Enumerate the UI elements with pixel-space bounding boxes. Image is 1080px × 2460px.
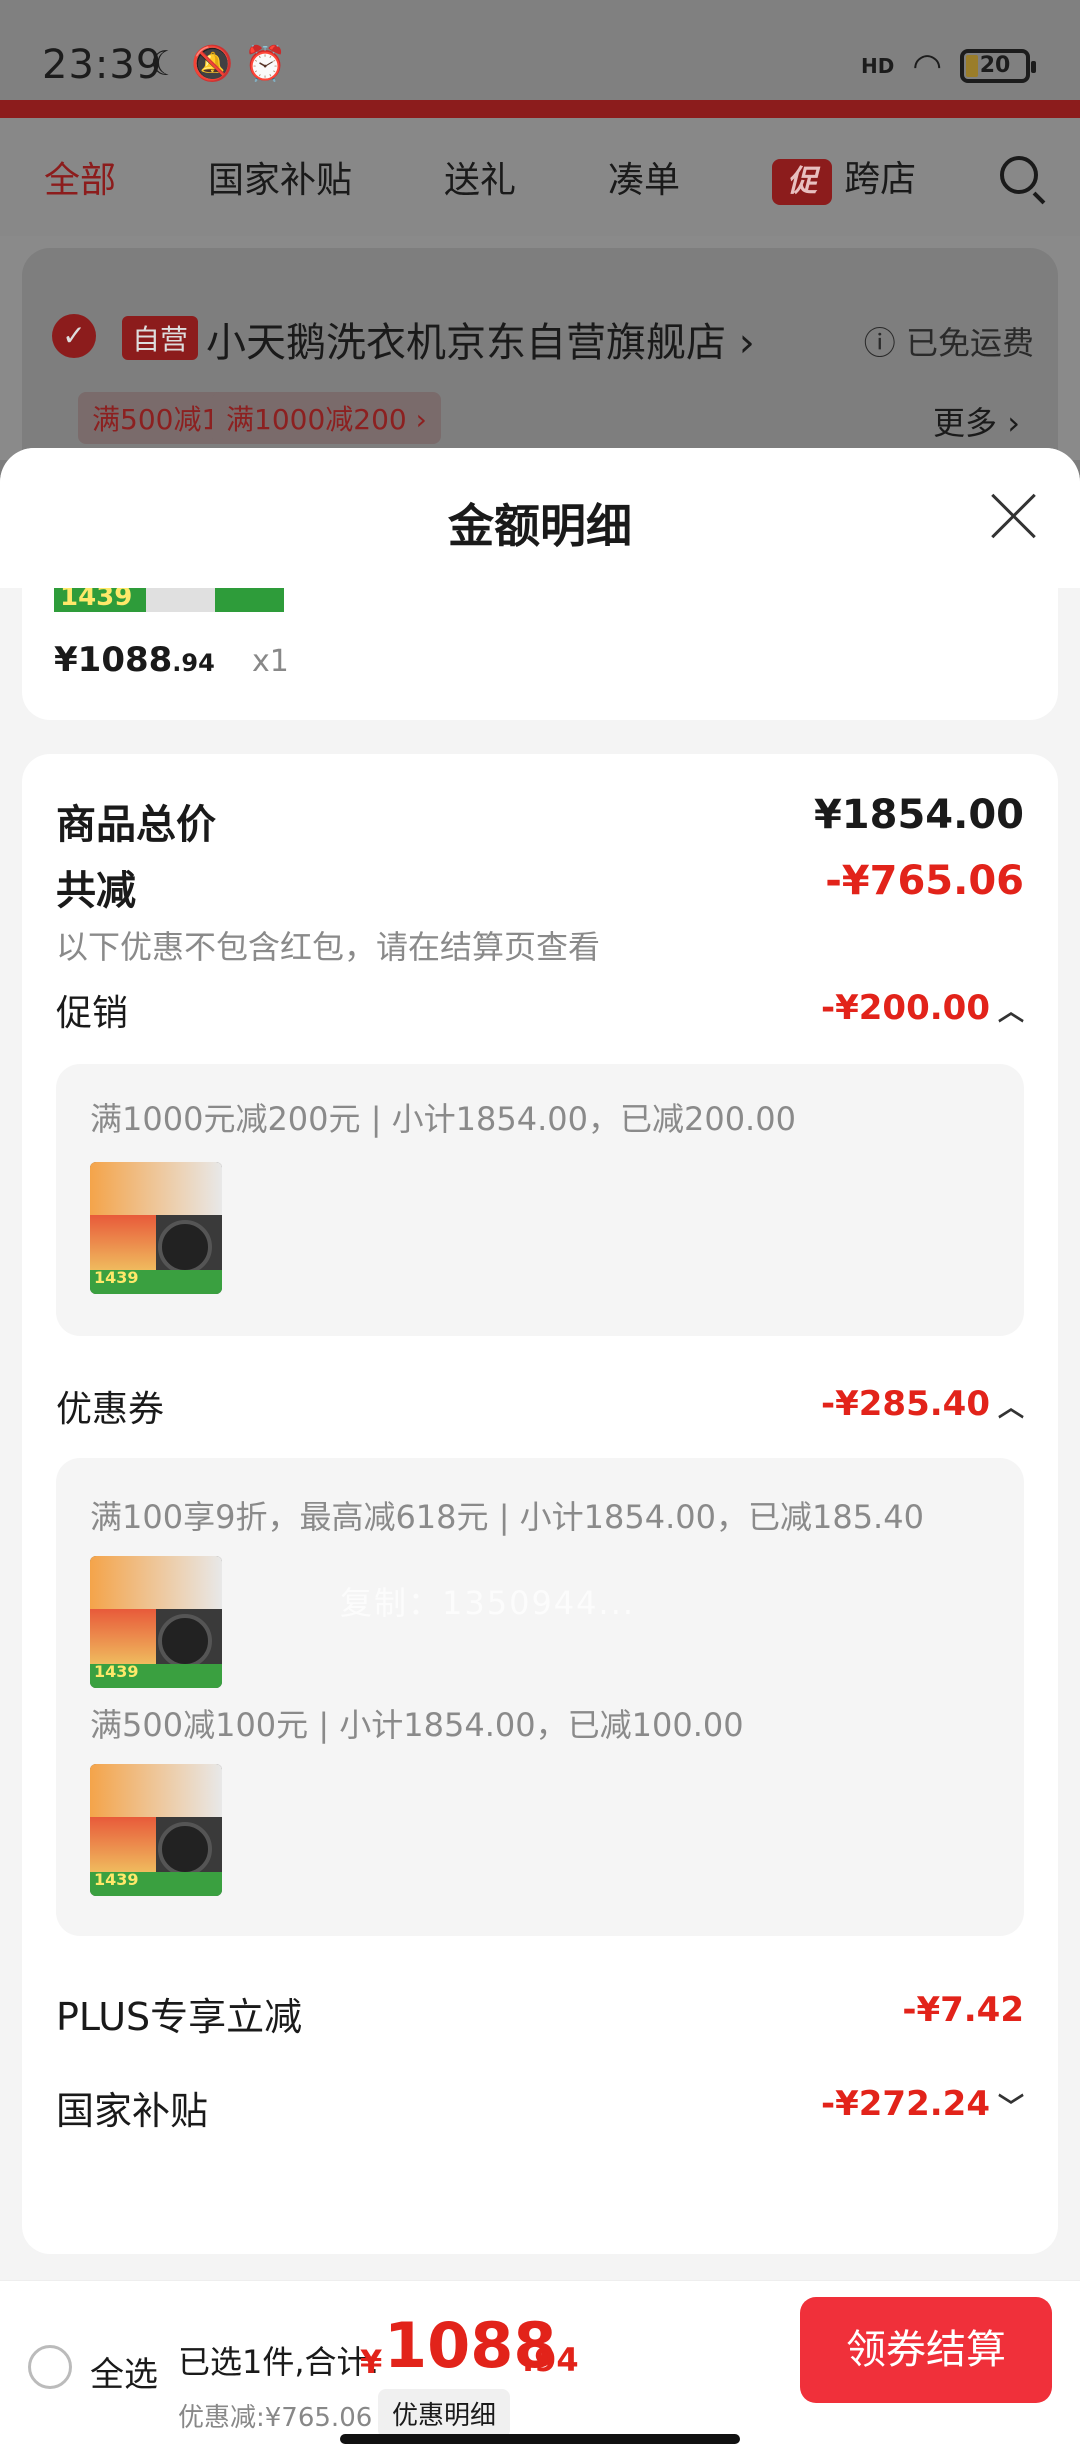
product-price: ¥1088.94 [54,640,215,680]
sheet-header: 金额明细 [0,448,1080,588]
coupon-chip[interactable]: 满1000减200 › [212,392,441,444]
info-icon: ⓘ [863,324,896,362]
selected-info: 已选1件,合计: [178,2343,380,2381]
status-bar: 23:39 ☾ 🔕 ⏰ HD ◠ 20 [0,0,1080,100]
coupon-value: -¥285.40 [821,1384,990,1424]
discount-value: -¥765.06 [825,858,1024,904]
more-link-text: 更多 [933,404,998,442]
product-quantity: x1 [252,644,289,679]
chevron-up-icon: ︿ [997,1393,1024,1423]
status-time: 23:39 [42,42,163,88]
status-notification-icons: ☾ 🔕 ⏰ [150,44,287,84]
checkout-button[interactable]: 领券结算 [800,2297,1052,2403]
promo-detail-line: 满1000元减200元 | 小计1854.00，已减200.00 [90,1100,796,1138]
discount-label: 共减 [56,868,136,914]
free-shipping-text: 已免运费 [905,324,1034,362]
coupon-detail-line: 满500减100元 | 小计1854.00，已减100.00 [90,1706,744,1744]
background-page: 23:39 ☾ 🔕 ⏰ HD ◠ 20 全部 国家补贴 送礼 凑单 促跨店 ✓ … [0,0,1080,488]
store-name-text: 小天鹅洗衣机京东自营旗舰店 [206,320,726,366]
category-tabs: 全部 国家补贴 送礼 凑单 促跨店 [0,118,1080,236]
thumb-label: 1439 [94,1870,139,1890]
coupon-detail-box: 满100享9折，最高减618元 | 小计1854.00，已减185.40 143… [56,1458,1024,1936]
more-link[interactable]: 更多 › [933,398,1020,444]
promo-tag: 促 [772,158,833,205]
total-currency: ¥ [360,2343,383,2381]
tab-cross-store[interactable]: 促跨店 [772,150,916,205]
self-operated-badge: 自营 [122,316,199,360]
coupon-label: 优惠券 [56,1389,165,1430]
signal-icon: HD [860,54,895,78]
subsidy-value-row[interactable]: -¥272.24 ﹀ [821,2084,1024,2124]
select-all-checkbox[interactable] [28,2345,72,2389]
discount-note: 以下优惠不包含红包，请在结算页查看 [56,928,601,966]
store-name[interactable]: 小天鹅洗衣机京东自营旗舰店 › [206,310,755,368]
product-price-main: ¥1088 [54,640,173,680]
tab-cross-store-label: 跨店 [844,158,917,200]
chevron-down-icon: ﹀ [997,2093,1024,2123]
status-right-icons: HD ◠ 20 [860,46,1036,86]
product-thumbnail: 1439 [90,1764,222,1896]
discount-detail-button[interactable]: 优惠明细 [378,2389,511,2438]
battery-icon: 20 [960,49,1036,83]
thumb-price: 1439 [60,588,133,612]
tab-national-subsidy[interactable]: 国家补贴 [208,151,352,203]
chevron-up-icon: ︿ [997,997,1024,1027]
total-value: ¥1854.00 [813,792,1024,838]
plus-label: PLUS专享立减 [56,1995,303,2039]
coupon-chip-text: 满1000减200 [226,403,407,436]
tab-bundle[interactable]: 凑单 [608,151,680,203]
promo-label: 促销 [56,993,129,1034]
saved-amount: 优惠减:¥765.06 [178,2403,373,2433]
header-red-bar [0,100,1080,118]
coupon-value-row[interactable]: -¥285.40 ︿ [821,1384,1024,1424]
plus-value: -¥7.42 [902,1990,1024,2030]
product-card: 1439 ¥1088.94 x1 [22,588,1058,720]
search-icon[interactable] [1000,156,1038,194]
product-thumbnail: 1439 [54,588,284,612]
total-label: 商品总价 [56,802,216,848]
home-indicator [340,2434,740,2444]
checkout-bar: 全选 已选1件,合计: ¥ 1088 .94 优惠减:¥765.06 优惠明细 … [0,2280,1080,2460]
thumb-label: 1439 [94,1268,139,1288]
amount-detail-card: 商品总价 ¥1854.00 共减 -¥765.06 以下优惠不包含红包，请在结算… [22,754,1058,2254]
product-thumbnail: 1439 [90,1556,222,1688]
subsidy-label: 国家补贴 [56,2089,209,2133]
product-thumbnail: 1439 [90,1162,222,1294]
promo-value-row[interactable]: -¥200.00 ︿ [821,988,1024,1028]
wifi-icon: ◠ [912,46,942,86]
coupon-detail-line: 满100享9折，最高减618元 | 小计1854.00，已减185.40 [90,1498,924,1536]
thumb-label: 1439 [94,1662,139,1682]
total-decimal: .94 [522,2341,579,2379]
close-icon[interactable] [988,490,1038,540]
promo-value: -¥200.00 [821,988,990,1028]
watermark: 复制：1350944... [340,1584,636,1622]
free-shipping-label: ⓘ 已免运费 [864,318,1034,364]
sheet-title: 金额明细 [448,499,632,553]
product-price-decimal: .94 [172,649,215,677]
promo-detail-box: 满1000元减200元 | 小计1854.00，已减200.00 1439 [56,1064,1024,1336]
amount-detail-sheet: 金额明细 1439 ¥1088.94 x1 商品总价 ¥1854.00 共减 -… [0,448,1080,2280]
tab-all[interactable]: 全部 [44,151,116,203]
tab-gift[interactable]: 送礼 [444,151,516,203]
select-all-label[interactable]: 全选 [90,2347,158,2396]
subsidy-value: -¥272.24 [821,2084,990,2124]
check-icon[interactable]: ✓ [52,314,96,358]
